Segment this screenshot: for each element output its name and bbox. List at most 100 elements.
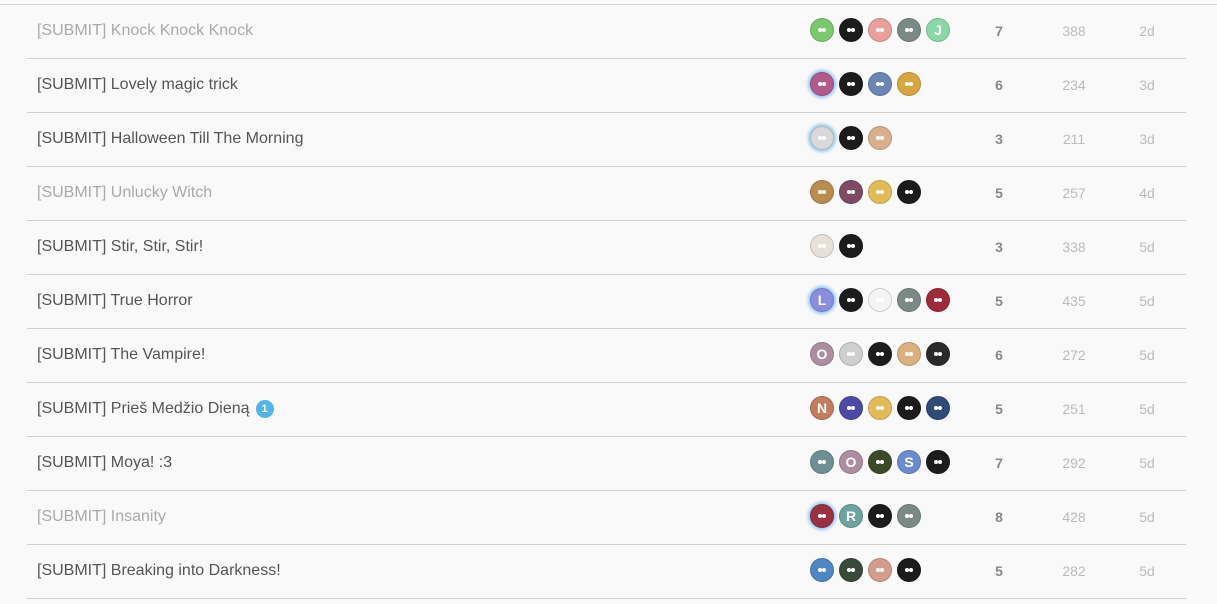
- topic-row[interactable]: [SUBMIT] Breaking into Darkness! 5 282 5d: [27, 545, 1186, 599]
- poster-avatar[interactable]: O: [810, 342, 834, 366]
- views-count: 234: [1062, 77, 1086, 93]
- activity-age[interactable]: 5d: [1127, 455, 1167, 471]
- poster-avatar[interactable]: [868, 18, 892, 42]
- topic-row[interactable]: [SUBMIT] Prieš Medžio Dieną 1 N 5 251 5d: [27, 383, 1186, 437]
- topic-title-link[interactable]: [SUBMIT] Halloween Till The Morning: [37, 130, 303, 148]
- poster-avatar[interactable]: [839, 180, 863, 204]
- poster-avatar[interactable]: [868, 450, 892, 474]
- topic-title-link[interactable]: [SUBMIT] Prieš Medžio Dieną 1: [37, 400, 274, 418]
- poster-avatar[interactable]: [810, 18, 834, 42]
- poster-avatar[interactable]: N: [810, 396, 834, 420]
- topic-title-link[interactable]: [SUBMIT] Moya! :3: [37, 454, 172, 472]
- poster-avatar[interactable]: [897, 342, 921, 366]
- topic-list: [SUBMIT] Knock Knock Knock J 7 388 2d [SUBMIT…: [27, 5, 1186, 599]
- topic-title-link[interactable]: [SUBMIT] Breaking into Darkness!: [37, 562, 281, 580]
- poster-avatar[interactable]: [810, 504, 834, 528]
- poster-avatar[interactable]: [926, 288, 950, 312]
- poster-avatar[interactable]: [839, 72, 863, 96]
- poster-avatar[interactable]: [926, 450, 950, 474]
- poster-avatar[interactable]: [897, 558, 921, 582]
- poster-avatar[interactable]: [868, 396, 892, 420]
- topic-row[interactable]: [SUBMIT] Lovely magic trick 6 234 3d: [27, 59, 1186, 113]
- activity-age[interactable]: 5d: [1127, 401, 1167, 417]
- poster-avatar[interactable]: [839, 342, 863, 366]
- activity-age[interactable]: 5d: [1127, 509, 1167, 525]
- topic-row[interactable]: [SUBMIT] Unlucky Witch 5 257 4d: [27, 167, 1186, 221]
- topic-row[interactable]: [SUBMIT] Insanity R 8 428 5d: [27, 491, 1186, 545]
- poster-avatar[interactable]: L: [810, 288, 834, 312]
- avatar-image-detail: [822, 136, 826, 140]
- unread-count-badge[interactable]: 1: [255, 400, 274, 418]
- poster-avatar[interactable]: [810, 450, 834, 474]
- topic-title-link[interactable]: [SUBMIT] Lovely magic trick: [37, 76, 238, 94]
- avatar-image-detail: [909, 190, 913, 194]
- poster-avatar[interactable]: [868, 558, 892, 582]
- poster-avatar[interactable]: [839, 288, 863, 312]
- poster-avatar[interactable]: [868, 504, 892, 528]
- avatar-image-detail: [851, 406, 855, 410]
- activity-age[interactable]: 5d: [1127, 563, 1167, 579]
- activity-age[interactable]: 2d: [1127, 23, 1167, 39]
- topic-title-link[interactable]: [SUBMIT] Insanity: [37, 508, 166, 526]
- poster-avatar[interactable]: [810, 180, 834, 204]
- topic-title-text: [SUBMIT] Insanity: [37, 508, 166, 525]
- topic-title-text: [SUBMIT] Unlucky Witch: [37, 184, 213, 201]
- activity-age[interactable]: 5d: [1127, 239, 1167, 255]
- topic-title-text: [SUBMIT] Breaking into Darkness!: [37, 562, 281, 579]
- avatar-image-detail: [851, 352, 855, 356]
- topic-row[interactable]: [SUBMIT] Stir, Stir, Stir! 3 338 5d: [27, 221, 1186, 275]
- poster-avatar[interactable]: [897, 396, 921, 420]
- poster-avatar[interactable]: [810, 558, 834, 582]
- poster-avatar[interactable]: [839, 18, 863, 42]
- poster-avatar[interactable]: [810, 126, 834, 150]
- activity-age[interactable]: 3d: [1127, 77, 1167, 93]
- topic-row[interactable]: [SUBMIT] Moya! :3 O S 7 292 5d: [27, 437, 1186, 491]
- poster-avatar[interactable]: [868, 288, 892, 312]
- topic-row[interactable]: [SUBMIT] Knock Knock Knock J 7 388 2d: [27, 5, 1186, 59]
- poster-avatar[interactable]: [926, 342, 950, 366]
- topic-row[interactable]: [SUBMIT] Halloween Till The Morning 3 211 3…: [27, 113, 1186, 167]
- poster-avatar[interactable]: [868, 342, 892, 366]
- poster-avatar[interactable]: [868, 72, 892, 96]
- poster-avatar[interactable]: [839, 234, 863, 258]
- poster-avatar[interactable]: O: [839, 450, 863, 474]
- topic-posters: [810, 72, 926, 98]
- topic-title-link[interactable]: [SUBMIT] Knock Knock Knock: [37, 22, 253, 40]
- avatar-image-detail: [880, 460, 884, 464]
- topic-row[interactable]: [SUBMIT] True Horror L 5 435 5d: [27, 275, 1186, 329]
- topic-title-text: [SUBMIT] Prieš Medžio Dieną: [37, 400, 250, 417]
- poster-avatar[interactable]: J: [926, 18, 950, 42]
- topic-posters: [810, 126, 897, 152]
- poster-avatar[interactable]: [839, 126, 863, 150]
- avatar-image-detail: [822, 244, 826, 248]
- poster-avatar[interactable]: [839, 396, 863, 420]
- activity-age[interactable]: 5d: [1127, 347, 1167, 363]
- poster-avatar[interactable]: [897, 288, 921, 312]
- poster-avatar[interactable]: [897, 18, 921, 42]
- poster-avatar[interactable]: [926, 396, 950, 420]
- replies-count: 5: [995, 185, 1003, 201]
- topic-title-link[interactable]: [SUBMIT] Unlucky Witch: [37, 184, 212, 202]
- poster-avatar[interactable]: [868, 126, 892, 150]
- topic-row[interactable]: [SUBMIT] The Vampire! O 6 272 5d: [27, 329, 1186, 383]
- poster-avatar[interactable]: [897, 504, 921, 528]
- topic-title-link[interactable]: [SUBMIT] True Horror: [37, 292, 193, 310]
- activity-age[interactable]: 4d: [1127, 185, 1167, 201]
- poster-avatar[interactable]: [897, 72, 921, 96]
- views-count: 338: [1062, 239, 1086, 255]
- poster-avatar[interactable]: [810, 72, 834, 96]
- poster-avatar[interactable]: [810, 234, 834, 258]
- activity-age[interactable]: 5d: [1127, 293, 1167, 309]
- poster-avatar[interactable]: [868, 180, 892, 204]
- poster-avatar[interactable]: [839, 558, 863, 582]
- avatar-letter: S: [904, 454, 914, 470]
- topic-title-link[interactable]: [SUBMIT] The Vampire!: [37, 346, 205, 364]
- topic-title-link[interactable]: [SUBMIT] Stir, Stir, Stir!: [37, 238, 203, 256]
- poster-avatar[interactable]: [897, 180, 921, 204]
- avatar-image-detail: [880, 28, 884, 32]
- activity-age[interactable]: 3d: [1127, 131, 1167, 147]
- poster-avatar[interactable]: R: [839, 504, 863, 528]
- poster-avatar[interactable]: S: [897, 450, 921, 474]
- avatar-image-detail: [909, 406, 913, 410]
- avatar-image-detail: [909, 82, 913, 86]
